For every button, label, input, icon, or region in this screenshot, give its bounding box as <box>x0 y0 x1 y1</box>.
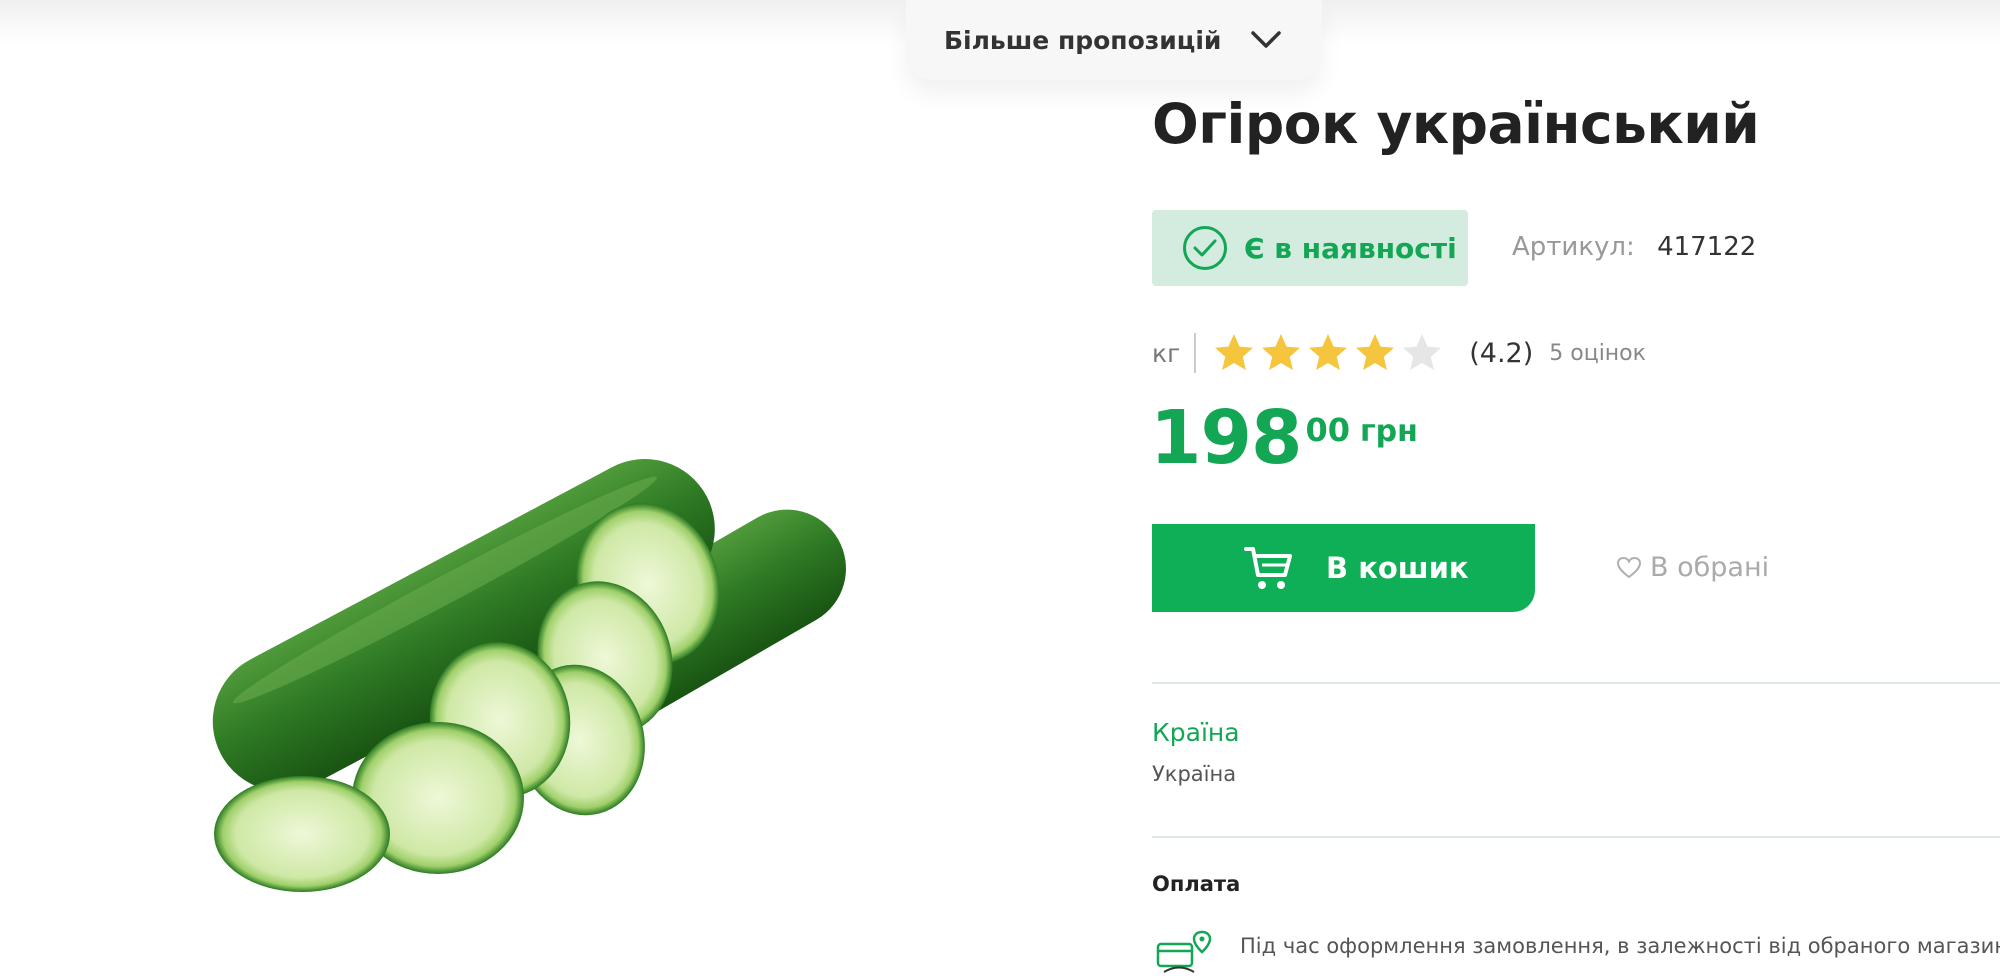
more-offers-button[interactable]: Більше пропозицій <box>906 0 1322 80</box>
check-circle-icon <box>1183 226 1227 270</box>
chevron-down-icon <box>1251 31 1281 48</box>
price-integer: 198 <box>1150 395 1302 481</box>
rating-stars[interactable] <box>1212 331 1447 375</box>
star-filled-icon[interactable] <box>1353 331 1397 375</box>
divider <box>1152 836 2000 838</box>
star-empty-icon[interactable] <box>1400 331 1444 375</box>
sku-label: Артикул: <box>1512 232 1635 262</box>
product-title: Огірок український <box>1152 92 1760 156</box>
product-image <box>212 459 846 892</box>
payment-delivery-icon <box>1156 930 1212 973</box>
price-currency: грн <box>1360 414 1418 449</box>
price-decimal: 00 <box>1305 411 1350 449</box>
stock-status-label: Є в наявності <box>1244 231 1457 265</box>
unit-label: кг <box>1152 338 1181 368</box>
sku-value: 417122 <box>1657 232 1757 262</box>
star-filled-icon[interactable] <box>1212 331 1256 375</box>
payment-description: Під час оформлення замовлення, в залежно… <box>1240 934 2000 958</box>
add-to-cart-label: В кошик <box>1326 551 1469 585</box>
country-label: Країна <box>1152 718 1240 747</box>
rating-value: (4.2) <box>1469 337 1534 369</box>
rating-row: кг (4.2) 5 оцінок <box>1152 330 1646 376</box>
add-to-cart-button[interactable]: В кошик <box>1152 524 1535 612</box>
sku: Артикул: 417122 <box>1512 232 1756 262</box>
payment-title: Оплата <box>1152 872 1241 896</box>
stock-status-badge: Є в наявності <box>1152 210 1468 286</box>
heart-icon <box>1616 556 1642 578</box>
divider <box>1194 333 1197 373</box>
add-to-favorites-label: В обрані <box>1650 552 1770 583</box>
price: 198 00 грн <box>1150 398 1418 478</box>
cart-icon <box>1244 547 1292 589</box>
more-offers-label: Більше пропозицій <box>944 25 1222 55</box>
add-to-favorites-button[interactable]: В обрані <box>1616 552 1769 583</box>
divider <box>1152 682 2000 684</box>
country-value: Україна <box>1152 762 1237 786</box>
rating-count[interactable]: 5 оцінок <box>1549 341 1646 366</box>
star-filled-icon[interactable] <box>1259 331 1303 375</box>
star-filled-icon[interactable] <box>1306 331 1350 375</box>
